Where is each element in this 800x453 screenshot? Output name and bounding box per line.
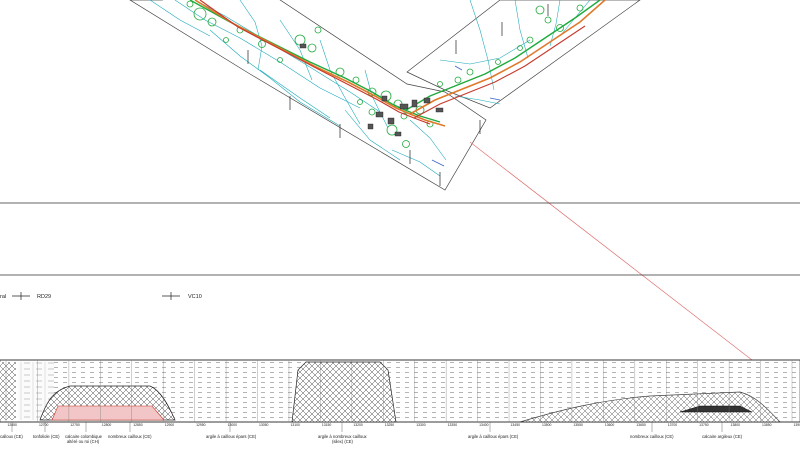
drawing-canvas: ral RD29 VC10 12650 12700 12750 12800 12850 1… — [0, 0, 800, 444]
station-tick-label: 13450 — [511, 423, 521, 427]
station-tick-label: 12950 — [196, 423, 206, 427]
station-labels: 12650 12700 12750 12800 12850 12900 12950 13000… — [8, 423, 800, 427]
annotation-2: tonfoliole (CE) — [33, 434, 60, 439]
station-tick-label: 13150 — [322, 423, 332, 427]
station-tick-label: 12700 — [39, 423, 49, 427]
station-tick-label: 13850 — [762, 423, 772, 427]
geological-profile: 12650 12700 12750 12800 12850 12900 12950 13000… — [0, 359, 800, 427]
station-tick-label: 13550 — [573, 423, 583, 427]
vc10-label: VC10 — [188, 294, 202, 300]
station-tick-label: 13700 — [668, 423, 678, 427]
crosshatch-left — [0, 362, 16, 420]
plan-to-profile-leader — [469, 141, 753, 361]
road-crossings: ral RD29 VC10 — [0, 292, 202, 300]
annotation-1: calloux (CE) — [0, 434, 23, 439]
annotation-10: nombreux cailloux (CE) — [630, 434, 674, 439]
station-tick-label: 12900 — [165, 423, 175, 427]
profile-annotations: calloux (CE) tonfoliole (CE) calcaire co… — [0, 434, 743, 444]
station-tick-label: 13250 — [385, 423, 395, 427]
annotation-8: (silex) (CE) — [332, 439, 354, 444]
annotation-11: calcaire argileux (CE) — [702, 434, 743, 439]
vegetation-left — [186, 0, 434, 148]
rd29-label: RD29 — [37, 294, 51, 300]
annotation-9: argile à cailloux épars (CE) — [468, 434, 519, 439]
annotation-4: altéré ou roi (CH) — [67, 439, 100, 444]
annotation-6: argile à cailloux épars (CE) — [206, 434, 257, 439]
road-alignment — [189, 0, 606, 127]
station-tick-label: 13900 — [794, 423, 800, 427]
cut-left-label: ral — [0, 294, 6, 300]
station-tick-label: 13200 — [353, 423, 363, 427]
plan-view — [129, 0, 641, 191]
station-tick-label: 13050 — [259, 423, 269, 427]
station-tick-label: 13400 — [479, 423, 489, 427]
buildings — [299, 43, 444, 137]
station-tick-label: 13800 — [731, 423, 741, 427]
station-tick-label: 12750 — [70, 423, 80, 427]
station-tick-label: 12800 — [102, 423, 112, 427]
station-tick-label: 13000 — [228, 423, 238, 427]
annotation-ticks — [11, 422, 723, 432]
station-tick-label: 12650 — [8, 423, 18, 427]
station-tick-label: 12850 — [133, 423, 143, 427]
cadastre-lines-left — [149, 0, 447, 177]
station-tick-label: 13300 — [416, 423, 426, 427]
station-tick-label: 13650 — [636, 423, 646, 427]
station-tick-label: 13750 — [699, 423, 709, 427]
station-tick-label: 13350 — [448, 423, 458, 427]
station-tick-label: 13100 — [290, 423, 300, 427]
station-tick-label: 13500 — [542, 423, 552, 427]
annotation-5: nombreux cailloux (CE) — [108, 434, 152, 439]
station-tick-label: 13600 — [605, 423, 615, 427]
central-block — [291, 361, 397, 423]
